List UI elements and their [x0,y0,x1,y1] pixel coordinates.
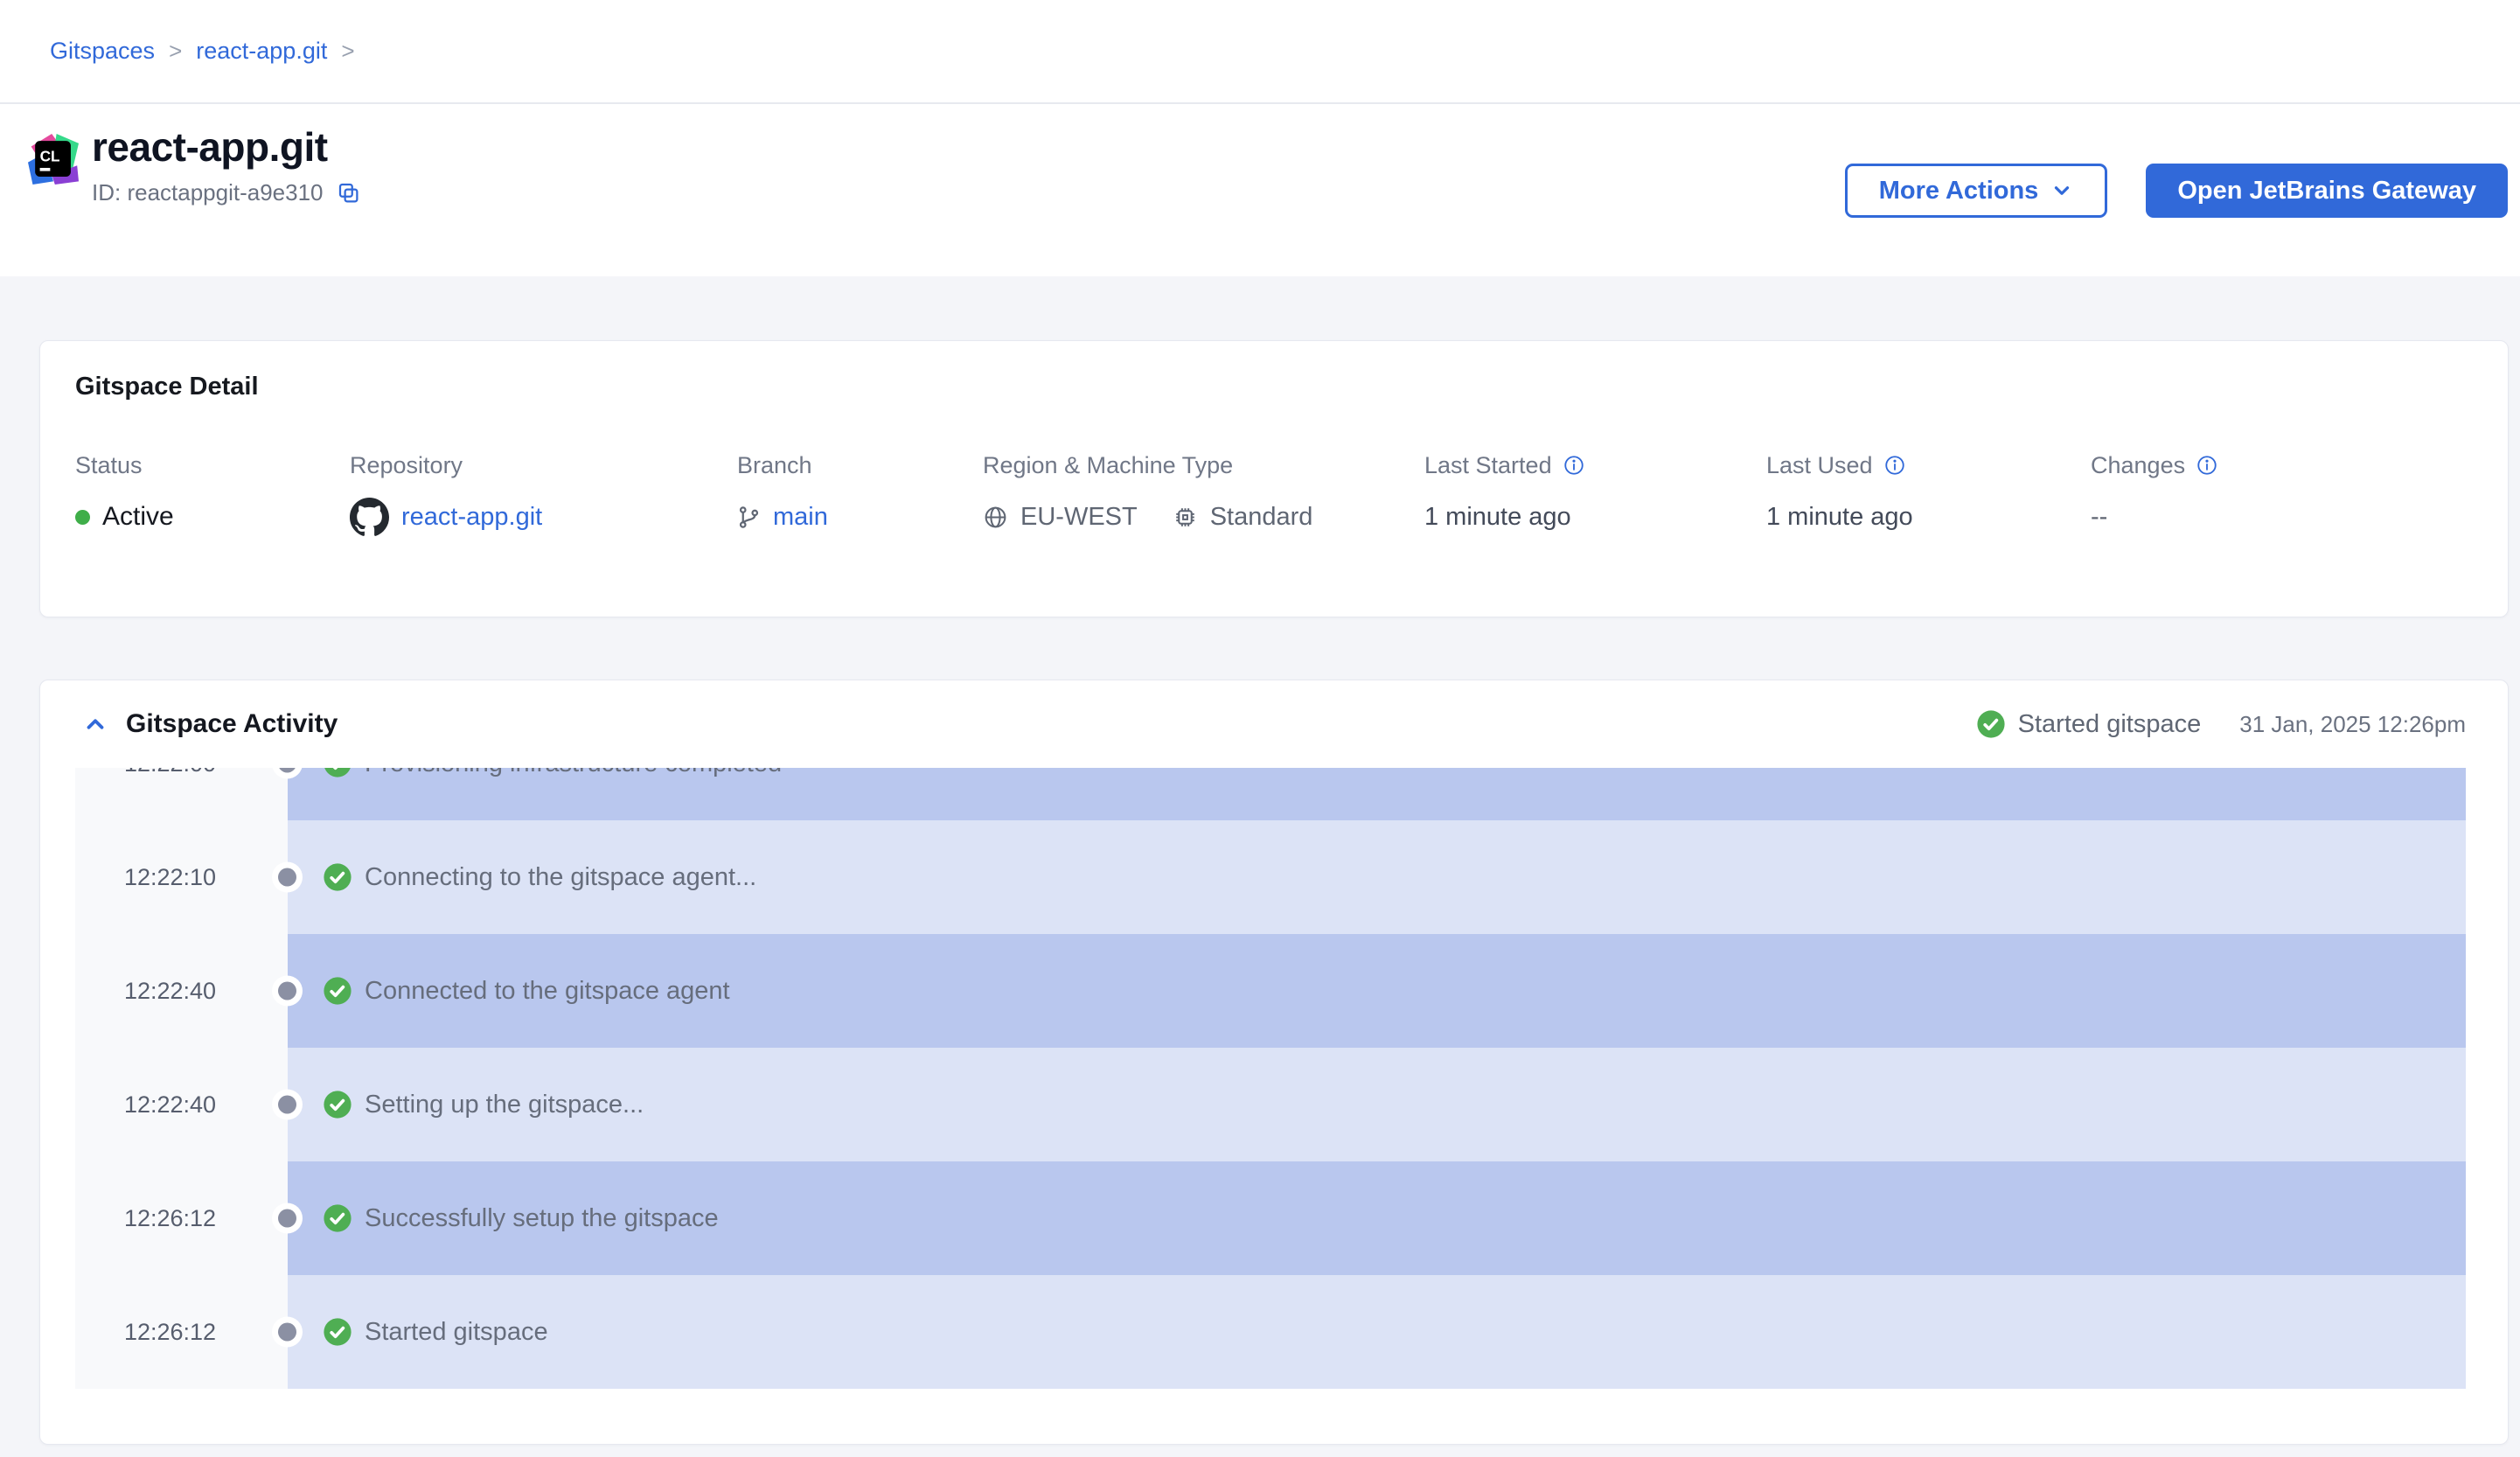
changes-label: Changes [2091,452,2185,479]
activity-log-row: 12:26:12 Successfully setup the gitspace [75,1161,2466,1275]
detail-card-title: Gitspace Detail [75,373,2473,401]
check-circle-icon [323,862,352,892]
title-block: react-app.git ID: reactappgit-a9e310 [92,123,362,206]
detail-col-branch: Branch main [737,450,983,538]
detail-col-region-machine: Region & Machine Type EU-WEST [983,450,1424,538]
open-jetbrains-gateway-button[interactable]: Open JetBrains Gateway [2146,164,2508,218]
gitspace-detail-card: Gitspace Detail Status Active Repository… [39,340,2509,617]
log-message: Connecting to the gitspace agent... [365,863,756,892]
check-circle-icon [323,1203,352,1233]
svg-text:CL: CL [40,148,60,165]
clion-logo-icon: CL [28,134,79,185]
status-active-dot-icon [75,510,90,525]
branch-label: Branch [737,452,812,479]
timeline-dot-icon [278,1323,296,1342]
log-timestamp: 12:22:40 [75,934,288,1048]
info-icon[interactable] [2196,454,2218,477]
activity-log-row: 12:22:10 Connecting to the gitspace agen… [75,820,2466,934]
gitspace-detail-page: Gitspaces > react-app.git > CL react-app… [0,0,2520,1457]
detail-col-last-started: Last Started 1 minute ago [1424,450,1766,538]
activity-log-rows: 12:22:00 Provisioning infrastructure com… [75,768,2466,1389]
log-message: Successfully setup the gitspace [365,1204,719,1233]
branch-link[interactable]: main [773,503,828,532]
repository-link[interactable]: react-app.git [401,503,542,532]
log-message: Connected to the gitspace agent [365,977,730,1006]
globe-icon [983,505,1008,530]
changes-value: -- [2091,503,2107,532]
log-entry: Provisioning infrastructure completed [288,768,2466,820]
log-entry: Connected to the gitspace agent [288,934,2466,1048]
log-timestamp: 12:26:12 [75,1161,288,1275]
last-started-value: 1 minute ago [1424,503,1571,532]
github-icon [350,498,389,537]
timeline-dot-icon [278,982,296,1000]
log-message: Setting up the gitspace... [365,1091,644,1119]
page-title: react-app.git [92,123,362,171]
status-label: Status [75,452,143,479]
detail-col-repository: Repository react-app.git [350,450,737,538]
activity-title: Gitspace Activity [126,709,338,739]
header-actions: More Actions Open JetBrains Gateway [1845,164,2508,218]
log-timestamp: 12:26:12 [75,1275,288,1389]
breadcrumb: Gitspaces > react-app.git > [0,0,2520,104]
timeline-dot-icon [278,868,296,887]
breadcrumb-link-gitspaces[interactable]: Gitspaces [50,38,155,65]
repository-label: Repository [350,452,463,479]
activity-status-area: Started gitspace 31 Jan, 2025 12:26pm [1976,709,2466,739]
activity-log-row: 12:22:00 Provisioning infrastructure com… [75,768,2466,820]
page-header: CL react-app.git ID: reactappgit-a9e310 … [0,104,2520,276]
detail-grid: Status Active Repository react-app.git B… [75,450,2473,538]
log-entry: Connecting to the gitspace agent... [288,820,2466,934]
activity-log-row: 12:26:12 Started gitspace [75,1275,2466,1389]
log-timestamp: 12:22:00 [75,768,288,820]
region-machine-label: Region & Machine Type [983,452,1233,479]
activity-status-badge: Started gitspace [1976,709,2202,739]
activity-log-row: 12:22:40 Connected to the gitspace agent [75,934,2466,1048]
check-circle-icon [323,1090,352,1119]
log-timestamp: 12:22:10 [75,820,288,934]
log-entry: Started gitspace [288,1275,2466,1389]
activity-header: Gitspace Activity Started gitspace 31 Ja… [40,680,2508,768]
log-entry: Successfully setup the gitspace [288,1161,2466,1275]
git-branch-icon [737,505,761,529]
activity-status-text: Started gitspace [2018,710,2202,739]
log-message: Started gitspace [365,1318,548,1347]
log-timestamp: 12:22:40 [75,1048,288,1161]
copy-id-icon[interactable] [336,180,362,206]
detail-col-status: Status Active [75,450,350,538]
timeline-dot-icon [278,1210,296,1228]
collapse-activity-button[interactable] [75,704,115,744]
info-icon[interactable] [1563,454,1585,477]
activity-date: 31 Jan, 2025 12:26pm [2239,711,2466,738]
last-used-label: Last Used [1766,452,1873,479]
gitspace-id: ID: reactappgit-a9e310 [92,179,324,206]
more-actions-label: More Actions [1879,177,2039,206]
chevron-down-icon [2050,179,2073,202]
machine-chip-icon [1173,505,1198,530]
detail-col-changes: Changes -- [2091,450,2473,538]
check-circle-icon [323,1317,352,1347]
more-actions-button[interactable]: More Actions [1845,164,2108,218]
timeline-dot-icon [278,1096,296,1114]
check-circle-icon [323,976,352,1006]
log-entry: Setting up the gitspace... [288,1048,2466,1161]
last-used-value: 1 minute ago [1766,503,1913,532]
log-message: Provisioning infrastructure completed [365,768,782,778]
breadcrumb-link-react-app-git[interactable]: react-app.git [196,38,327,65]
check-circle-icon [1976,709,2006,739]
activity-log-row: 12:22:40 Setting up the gitspace... [75,1048,2466,1161]
gitspace-activity-card: Gitspace Activity Started gitspace 31 Ja… [39,680,2509,1445]
check-circle-icon [323,768,352,778]
detail-col-last-used: Last Used 1 minute ago [1766,450,2091,538]
activity-log[interactable]: 12:22:00 Provisioning infrastructure com… [75,768,2466,1389]
chevron-up-icon [82,711,108,737]
info-icon[interactable] [1883,454,1906,477]
breadcrumb-separator-icon: > [341,38,354,65]
region-value: EU-WEST [1020,503,1138,532]
status-value: Active [102,502,174,532]
machine-type-value: Standard [1210,503,1313,532]
last-started-label: Last Started [1424,452,1552,479]
breadcrumb-separator-icon: > [169,38,182,65]
